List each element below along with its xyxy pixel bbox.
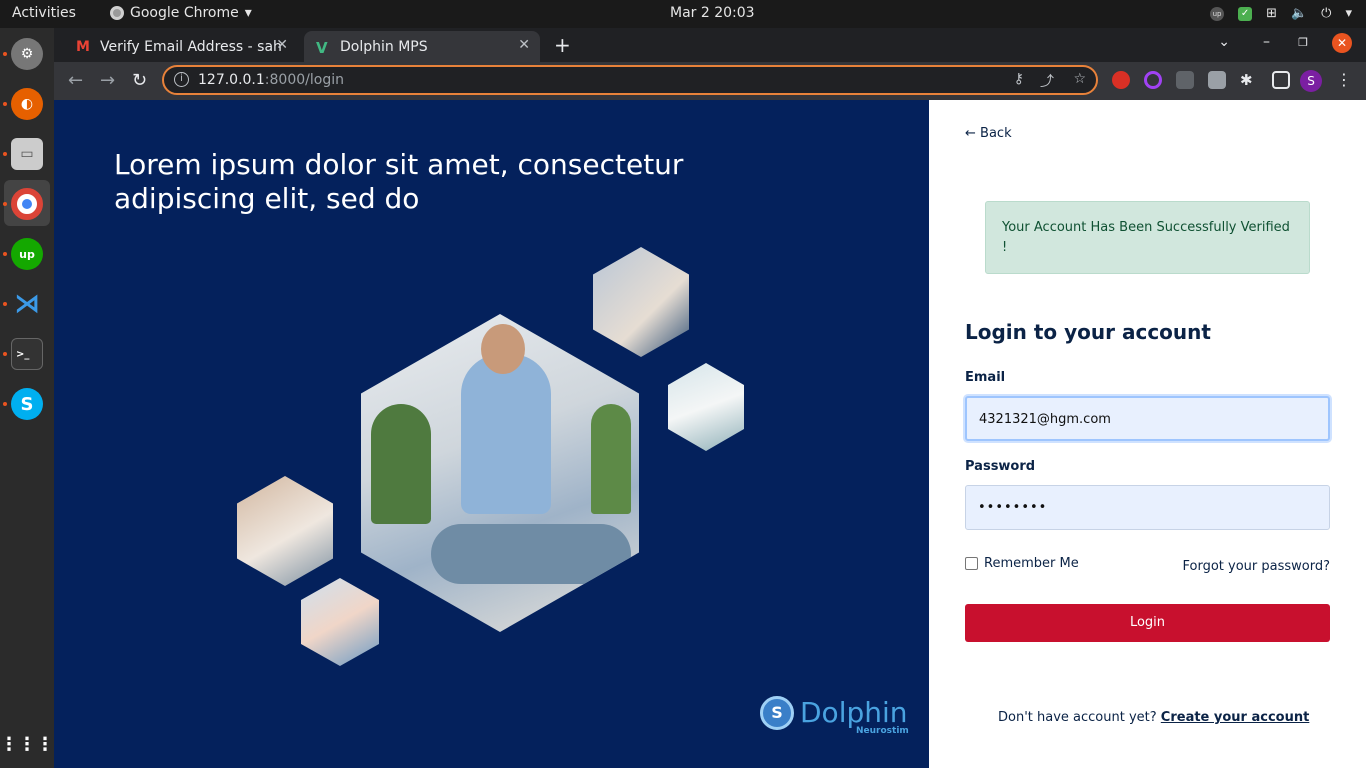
extensions-puzzle-icon[interactable]: ✱ bbox=[1240, 71, 1258, 89]
running-indicator bbox=[3, 202, 7, 206]
extension-shield-icon[interactable] bbox=[1176, 71, 1194, 89]
brand-name: Dolphin bbox=[800, 696, 908, 729]
therapist-shape bbox=[461, 354, 551, 514]
tab-title: Dolphin MPS bbox=[340, 38, 428, 55]
running-indicator bbox=[3, 402, 7, 406]
running-indicator bbox=[3, 352, 7, 356]
key-icon[interactable]: ⚷ bbox=[1014, 71, 1024, 87]
gmail-icon: M bbox=[76, 38, 90, 55]
share-icon[interactable]: ⤴ bbox=[1040, 71, 1054, 91]
physiotherapy-image bbox=[361, 314, 639, 632]
profile-avatar[interactable]: S bbox=[1300, 70, 1322, 92]
system-tray[interactable]: up ✓ ⊞ 🔈 ⏻ ▾ bbox=[1210, 6, 1352, 21]
running-indicator bbox=[3, 152, 7, 156]
signup-prompt: Don't have account yet? bbox=[998, 710, 1157, 725]
minimize-icon[interactable]: – bbox=[1263, 34, 1270, 50]
url-text[interactable]: 127.0.0.1:8000/login bbox=[198, 72, 344, 88]
running-indicator bbox=[3, 252, 7, 256]
app-menu-label: Google Chrome bbox=[130, 5, 239, 21]
forgot-password-link[interactable]: Forgot your password? bbox=[1182, 559, 1330, 574]
settings-icon[interactable]: ⚙ bbox=[11, 38, 43, 70]
eeg-cap-image bbox=[593, 247, 689, 357]
hero-panel: Lorem ipsum dolor sit amet, consectetur … bbox=[54, 100, 929, 768]
login-title: Login to your account bbox=[965, 320, 1211, 344]
dolphin-logo-icon: S bbox=[760, 696, 794, 730]
network-icon[interactable]: ⊞ bbox=[1266, 6, 1277, 21]
brand-subtitle: Neurostim bbox=[856, 726, 909, 736]
remember-checkbox[interactable] bbox=[965, 557, 978, 570]
therapist-head-shape bbox=[481, 324, 525, 374]
address-bar[interactable]: i 127.0.0.1:8000/login ⚷ ⤴ ☆ bbox=[162, 65, 1098, 95]
extension-window-icon[interactable] bbox=[1208, 71, 1226, 89]
signup-row: Don't have account yet? Create your acco… bbox=[998, 710, 1309, 725]
dolphin-logo: S Dolphin Neurostim bbox=[760, 696, 909, 736]
clock[interactable]: Mar 2 20:03 bbox=[670, 5, 755, 21]
email-label: Email bbox=[965, 370, 1006, 385]
login-panel: ← Back Your Account Has Been Successfull… bbox=[929, 100, 1366, 768]
tab-verify-email[interactable]: M Verify Email Address - sah ✕ bbox=[64, 31, 298, 62]
upwork-icon[interactable]: up bbox=[11, 238, 43, 270]
tab-strip: M Verify Email Address - sah ✕ V Dolphin… bbox=[54, 28, 1366, 62]
extension-stop-icon[interactable] bbox=[1112, 71, 1130, 89]
forward-arrow-icon[interactable]: → bbox=[100, 70, 115, 91]
app-menu[interactable]: Google Chrome ▾ bbox=[110, 5, 252, 21]
terminal-icon[interactable]: >_ bbox=[11, 338, 43, 370]
hero-title: Lorem ipsum dolor sit amet, consectetur … bbox=[114, 148, 684, 215]
patient-shape bbox=[431, 524, 631, 584]
site-info-icon[interactable]: i bbox=[174, 72, 189, 87]
new-tab-button[interactable]: + bbox=[554, 33, 571, 57]
facial-treatment-image bbox=[301, 578, 379, 666]
tab-search-icon[interactable]: ⌄ bbox=[1218, 34, 1230, 50]
extension-color-icon[interactable] bbox=[1144, 71, 1162, 89]
reload-icon[interactable]: ↻ bbox=[132, 70, 147, 91]
running-indicator bbox=[3, 102, 7, 106]
dock: ⚙ ◐ ▭ up ⋊ >_ S ⋮⋮⋮ bbox=[0, 28, 54, 768]
running-indicator bbox=[3, 52, 7, 56]
shield-tray-icon[interactable]: ✓ bbox=[1238, 6, 1253, 21]
remember-label: Remember Me bbox=[984, 556, 1079, 571]
restore-icon[interactable]: ❐ bbox=[1298, 36, 1308, 49]
success-alert: Your Account Has Been Successfully Verif… bbox=[985, 201, 1310, 274]
chevron-down-icon: ▾ bbox=[244, 5, 252, 21]
login-button[interactable]: Login bbox=[965, 604, 1330, 642]
show-apps-icon[interactable]: ⋮⋮⋮ bbox=[0, 728, 54, 760]
tab-dolphin-mps[interactable]: V Dolphin MPS ✕ bbox=[304, 31, 540, 62]
close-window-icon[interactable]: ✕ bbox=[1332, 33, 1352, 53]
activities-button[interactable]: Activities bbox=[12, 5, 76, 21]
plant-shape bbox=[591, 404, 631, 514]
volume-icon[interactable]: 🔈 bbox=[1291, 6, 1307, 21]
tab-title: Verify Email Address - sah bbox=[100, 38, 282, 55]
skype-icon[interactable]: S bbox=[11, 388, 43, 420]
files-icon[interactable]: ▭ bbox=[11, 138, 43, 170]
back-link[interactable]: ← Back bbox=[965, 126, 1012, 141]
back-arrow-icon[interactable]: ← bbox=[68, 70, 83, 91]
vue-icon: V bbox=[316, 38, 328, 57]
vscode-icon[interactable]: ⋊ bbox=[11, 288, 43, 320]
firefox-icon[interactable]: ◐ bbox=[11, 88, 43, 120]
create-account-link[interactable]: Create your account bbox=[1161, 710, 1310, 725]
side-panel-icon[interactable] bbox=[1272, 71, 1290, 89]
password-field[interactable]: •••••••• bbox=[965, 485, 1330, 530]
running-indicator bbox=[3, 302, 7, 306]
remember-me[interactable]: Remember Me bbox=[965, 556, 1079, 571]
chrome-icon[interactable] bbox=[11, 188, 43, 220]
system-top-bar: Activities Google Chrome ▾ Mar 2 20:03 u… bbox=[0, 0, 1366, 28]
chrome-icon bbox=[110, 6, 124, 20]
email-field[interactable]: 4321321@hgm.com bbox=[965, 396, 1330, 441]
close-tab-icon[interactable]: ✕ bbox=[276, 37, 288, 53]
plant-shape bbox=[371, 404, 431, 524]
kebab-menu-icon[interactable]: ⋮ bbox=[1336, 70, 1352, 89]
chevron-down-icon[interactable]: ▾ bbox=[1345, 6, 1352, 21]
arrow-left-icon: ← bbox=[965, 126, 976, 141]
password-label: Password bbox=[965, 459, 1036, 474]
upwork-tray-icon[interactable]: up bbox=[1210, 6, 1225, 21]
power-icon[interactable]: ⏻ bbox=[1321, 6, 1331, 21]
browser-toolbar: ← → ↻ i 127.0.0.1:8000/login ⚷ ⤴ ☆ ✱ S ⋮ bbox=[54, 62, 1366, 100]
back-label: Back bbox=[980, 126, 1012, 141]
close-tab-icon[interactable]: ✕ bbox=[518, 37, 530, 53]
mother-child-image bbox=[237, 476, 333, 586]
star-bookmark-icon[interactable]: ☆ bbox=[1073, 71, 1086, 87]
lab-technician-image bbox=[668, 363, 744, 451]
